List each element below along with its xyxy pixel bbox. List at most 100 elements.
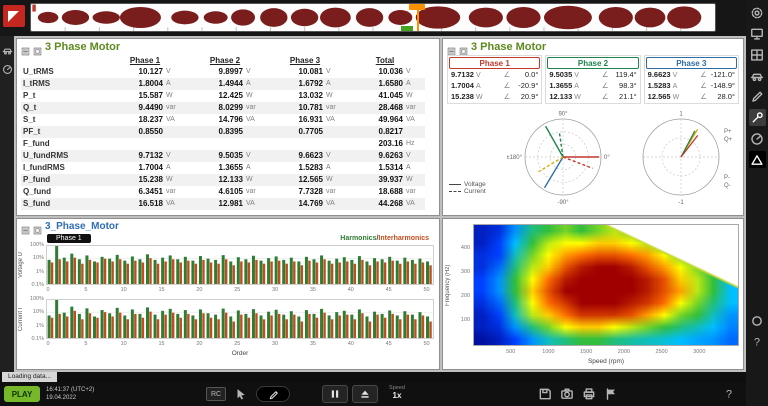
svg-text:-90°: -90°	[557, 200, 569, 205]
svg-text:±180°: ±180°	[507, 155, 523, 161]
x-tick-label: 30	[269, 287, 281, 293]
panel-menu-icon[interactable]	[447, 43, 456, 52]
record-icon[interactable]	[749, 312, 766, 329]
flag-icon[interactable]	[604, 387, 618, 401]
legend-interharmonics: Interharmonics	[378, 235, 429, 242]
svg-text:?: ?	[754, 336, 760, 348]
panel-detach-icon[interactable]	[459, 43, 468, 52]
cell-unit: VA	[323, 198, 345, 210]
vector-scope-plot: 90°-90°0°±180°	[507, 109, 619, 205]
pointer-tool-icon[interactable]	[234, 387, 248, 401]
tools-icon[interactable]	[749, 109, 766, 126]
x-tick-label: 45	[383, 287, 395, 293]
status-text: Loading data...	[2, 372, 57, 382]
cell-unit: A	[323, 162, 345, 174]
x-tick-label: 30	[269, 341, 281, 347]
x-tick-label: 0	[42, 341, 54, 347]
cell-unit: W	[243, 90, 265, 102]
x-tick-label: 35	[307, 341, 319, 347]
cell-value: 1.6792	[265, 78, 323, 90]
panel-menu-icon[interactable]	[21, 222, 30, 231]
panel-detach-icon[interactable]	[33, 43, 42, 52]
gear-icon[interactable]	[749, 4, 766, 21]
cell-unit	[323, 126, 345, 138]
cell-unit: var	[323, 186, 345, 198]
x-tick-label: 20	[193, 287, 205, 293]
cell-unit: VA	[163, 114, 185, 126]
timeline-cursor-handle[interactable]	[409, 4, 425, 10]
delta-icon[interactable]	[749, 151, 766, 168]
phase-tab[interactable]: Phase 1	[47, 234, 91, 243]
cell-value: 44.268	[345, 198, 403, 210]
x-tick-label: 15	[156, 287, 168, 293]
cell-value: 1.8004	[105, 78, 163, 90]
annotation-tool-button[interactable]	[256, 386, 290, 402]
x-tick-label: 3000	[690, 349, 708, 355]
phase-card-title: Phase 2	[547, 57, 638, 69]
play-button[interactable]: PLAY	[4, 386, 40, 402]
cell-value: 1.5314	[345, 162, 403, 174]
x-tick-label: 10	[118, 341, 130, 347]
cell-value: 28.468	[345, 102, 403, 114]
cell-unit: var	[163, 186, 185, 198]
pen-icon[interactable]	[749, 88, 766, 105]
cell-unit: VA	[243, 198, 265, 210]
save-icon[interactable]	[538, 387, 552, 401]
cell-unit: V	[403, 150, 425, 162]
eject-icon	[359, 388, 371, 400]
cell-unit	[163, 138, 185, 150]
panel-spectrogram: Frequency (Hz) 400300200100 500100015002…	[442, 218, 744, 370]
print-icon[interactable]	[582, 387, 596, 401]
cell-unit: Hz	[403, 138, 425, 150]
monitor-icon[interactable]	[749, 25, 766, 42]
eject-button[interactable]	[352, 385, 378, 403]
cell-unit: A	[163, 78, 185, 90]
spectrogram-x-axis-label: Speed (rpm)	[473, 358, 739, 365]
app-logo[interactable]	[3, 5, 25, 27]
cell-unit: W	[163, 174, 185, 186]
help-icon[interactable]: ?	[749, 333, 766, 350]
help-icon[interactable]: ?	[722, 387, 736, 401]
phase-measurement: 15.238W∠20.9°	[448, 92, 541, 103]
current-harmonics-chart	[46, 299, 434, 339]
rc-button[interactable]: RC	[206, 387, 226, 401]
panel-detach-icon[interactable]	[33, 222, 42, 231]
gauge-icon[interactable]	[2, 63, 13, 74]
cell-value: 10.081	[265, 66, 323, 78]
phase-measurement: 1.5283A∠-148.9°	[645, 81, 738, 92]
cell-unit: VA	[323, 114, 345, 126]
cell-value: 1.7004	[105, 162, 163, 174]
cell-value: 9.6263	[345, 150, 403, 162]
cell-unit: VA	[403, 198, 425, 210]
cell-value: 12.133	[185, 174, 243, 186]
phase-measurement: 9.5035V∠119.4°	[546, 70, 639, 81]
gauge-icon[interactable]	[749, 130, 766, 147]
panel-menu-icon[interactable]	[21, 43, 30, 52]
spectrogram-canvas	[474, 225, 738, 345]
cell-unit: var	[403, 102, 425, 114]
phase-card-title: Phase 1	[449, 57, 540, 69]
spectrogram-y-axis-label: Frequency (Hz)	[445, 224, 451, 346]
cell-unit: W	[403, 174, 425, 186]
phase-cards: Phase 19.7132V∠0.0°1.7004A∠-20.9°15.238W…	[443, 54, 743, 105]
timeline-overview[interactable]	[30, 3, 716, 32]
pause-button[interactable]	[322, 385, 348, 403]
cell-unit	[243, 126, 265, 138]
top-bar	[0, 0, 746, 36]
layout-icon[interactable]	[749, 46, 766, 63]
row-label: U_tRMS	[21, 66, 105, 78]
screenshot-icon[interactable]	[560, 387, 574, 401]
x-tick-label: 5	[80, 287, 92, 293]
replay-speed-control[interactable]: Speed 1x	[384, 385, 410, 400]
timeline-waveform	[31, 4, 715, 31]
cell-unit: V	[163, 150, 185, 162]
cell-value: 0.8217	[345, 126, 403, 138]
car-icon[interactable]	[749, 67, 766, 84]
cell-unit: V	[243, 66, 265, 78]
cell-value	[185, 138, 243, 150]
car-icon[interactable]	[2, 44, 13, 55]
svg-text:0°: 0°	[604, 155, 610, 161]
bottom-bar: PLAY 16:41:37 (UTC+2) 19.04.2022 RC Spee…	[0, 382, 746, 406]
phase-measurement: 9.6623V∠-121.0°	[645, 70, 738, 81]
app-window: ? 3 Phase Motor Phase 1Phase 2Phase 3Tot…	[0, 0, 768, 406]
